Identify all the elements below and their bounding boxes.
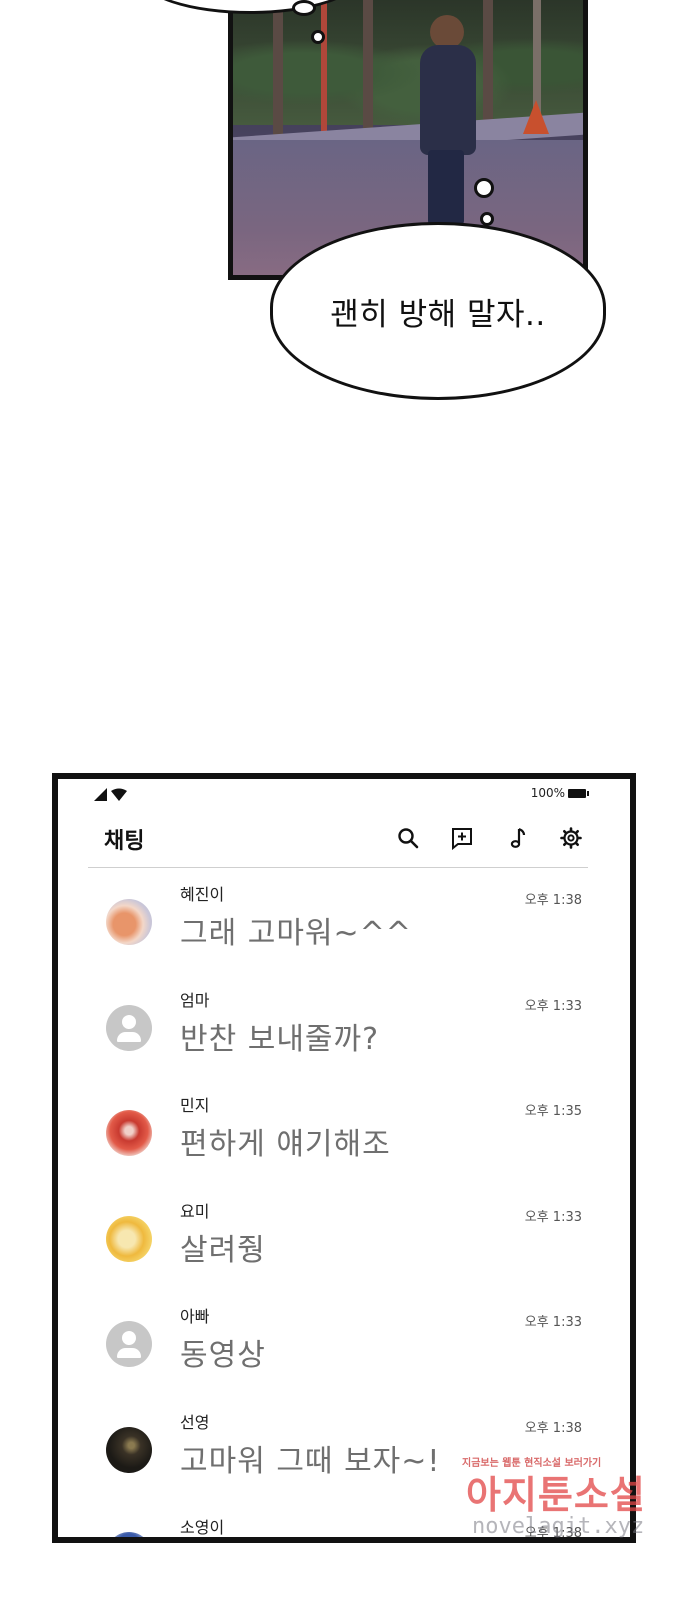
thought-dot [480,212,494,226]
speech-text: 괜히 방해 말자.. [330,296,546,333]
chat-row[interactable]: 아빠 동영상 오후 1:33 [58,1297,630,1403]
chat-row[interactable]: 소영이 오후 1:38 [58,1508,630,1541]
header-divider [88,867,588,868]
avatar [106,899,152,945]
battery-percent: 100% [530,786,565,800]
street-lamp [533,0,541,115]
contact-name: 요미 [180,1201,210,1221]
last-message: 편하게 얘기해조 [180,1127,391,1162]
speech-bubble: 괜히 방해 말자.. [270,222,606,400]
chat-row[interactable]: 민지 편하게 얘기해조 오후 1:35 [58,1086,630,1192]
last-message: 그래 고마워~^^ [180,916,412,951]
chat-row[interactable]: 엄마 반찬 보내줄까? 오후 1:33 [58,981,630,1087]
tree-trunk [273,0,283,145]
message-time: 오후 1:33 [524,1315,582,1330]
message-time: 오후 1:38 [524,1420,582,1436]
battery-icon [568,788,589,798]
woman-legs [428,150,464,225]
last-message: 반찬 보내줄까? [180,1021,380,1057]
last-message: 동영상 [180,1338,266,1373]
battery-indicator: 100% [530,786,589,800]
avatar-default-icon [106,1321,152,1367]
chat-list: 혜진이 그래 고마워~^^ 오후 1:38 엄마 반찬 보내줄까? 오후 1:3… [58,875,630,1541]
new-chat-icon[interactable] [449,825,475,851]
contact-name: 아빠 [180,1307,210,1326]
trees-background [233,0,583,125]
woman-head [430,15,464,49]
last-message: 살려줭 [180,1232,266,1268]
thought-dot [474,178,494,198]
status-bar: 100% [58,779,630,809]
avatar [106,1532,152,1537]
app-header: 채팅 [58,809,630,867]
search-icon[interactable] [395,825,421,851]
contact-name: 선영 [180,1412,210,1432]
contact-name: 소영이 [180,1518,225,1537]
woman-figure [418,15,478,225]
music-note-icon[interactable] [504,825,530,851]
thought-dot [292,0,316,16]
chat-row[interactable]: 요미 살려줭 오후 1:33 [58,1192,630,1298]
avatar-default-icon [106,1004,152,1051]
message-time: 오후 1:33 [524,1209,582,1225]
chat-row[interactable]: 혜진이 그래 고마워~^^ 오후 1:38 [58,875,630,981]
message-time: 오후 1:35 [524,1104,582,1119]
thought-dot [311,30,325,44]
contact-name: 민지 [180,1096,210,1115]
message-time: 오후 1:38 [524,1526,582,1541]
contact-name: 엄마 [180,990,210,1010]
contact-name: 혜진이 [180,885,225,904]
chat-row[interactable]: 선영 고마워 그때 보자~! 오후 1:38 [58,1403,630,1509]
page-title: 채팅 [104,829,145,854]
message-time: 오후 1:38 [524,893,582,908]
tree-trunk [363,0,373,145]
avatar [106,1426,152,1473]
avatar [106,1215,152,1262]
message-time: 오후 1:33 [524,998,582,1014]
utility-pole [321,0,327,145]
signal-wifi-icon [94,788,130,806]
avatar [106,1110,152,1156]
last-message: 고마워 그때 보자~! [180,1443,441,1479]
woman-coat [420,45,476,155]
gear-icon[interactable] [558,825,584,851]
phone-frame: 100% 채팅 혜진이 그래 고마워~^^ 오후 1:38 엄마 반찬 보내줄까… [52,773,636,1543]
